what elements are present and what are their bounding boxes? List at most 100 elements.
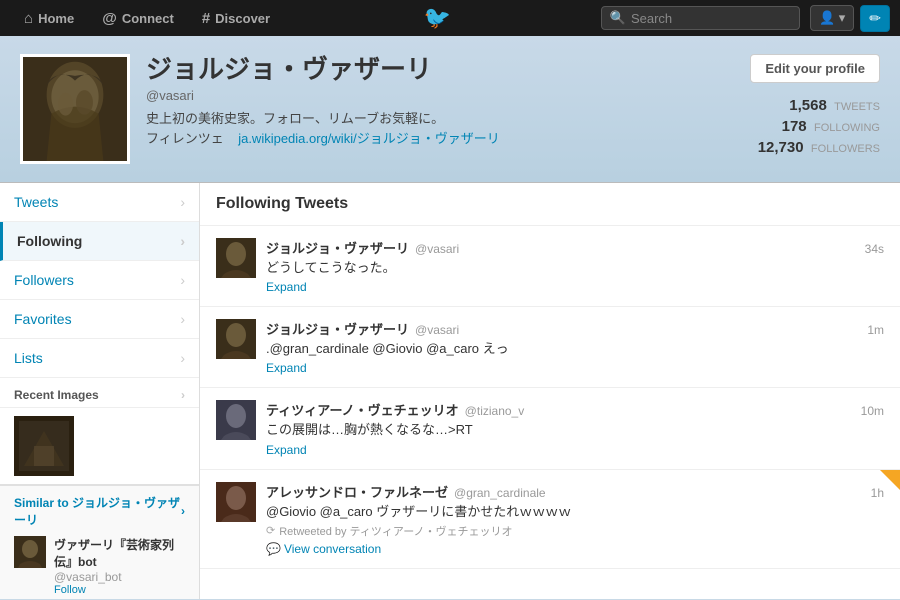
tweet-time-2: 1m [867,323,884,337]
tweet-2: ジョルジョ・ヴァザーリ @vasari 1m .@gran_cardinale … [200,307,900,388]
profile-bio: 史上初の美術史家。フォロー、リムーブお気軽に。 フィレンツェ ja.wikipe… [146,109,704,148]
edit-profile-button[interactable]: Edit your profile [750,54,880,83]
sidebar-lists-label: Lists [14,350,43,366]
profile-info: ジョルジョ・ヴァザーリ @vasari 史上初の美術史家。フォロー、リムーブお気… [146,54,704,148]
sidebar-favorites-label: Favorites [14,311,72,327]
tweet-3: ティツィアーノ・ヴェチェッリオ @tiziano_v 10m この展開は…胸が熱… [200,388,900,469]
tweets-stat: 1,568 TWEETS [789,97,880,114]
similar-title-label: Similar to ジョルジョ・ヴァザーリ [14,494,181,528]
followers-count: 12,730 [758,139,804,156]
connect-icon: @ [102,10,117,27]
following-count: 178 [782,118,807,135]
followers-stat: 12,730 FOLLOWERS [758,139,880,156]
nav-home[interactable]: ⌂ Home [10,0,88,36]
tweet-author-name-1: ジョルジョ・ヴァザーリ [266,238,409,257]
tweet-avatar-4[interactable] [216,482,256,522]
tweet-header-4: アレッサンドロ・ファルネーゼ @gran_cardinale 1h [266,482,884,501]
tweet-author-handle-2: @vasari [415,323,459,337]
nav-connect[interactable]: @ Connect [88,0,188,36]
view-conversation-link[interactable]: 💬 View conversation [266,542,884,556]
tweet-time-3: 10m [861,404,884,418]
tweet-author-name-4: アレッサンドロ・ファルネーゼ [266,482,448,501]
similar-section-title[interactable]: Similar to ジョルジョ・ヴァザーリ › [14,494,185,528]
profile-name: ジョルジョ・ヴァザーリ [146,54,704,85]
profile-location: フィレンツェ [146,131,224,146]
follow-button-1[interactable]: Follow [54,584,185,596]
chevron-right-icon: › [180,194,185,210]
avatar [20,54,130,164]
retweet-icon: ⟳ [266,524,275,537]
nav-discover-label: Discover [215,11,270,26]
compose-tweet-button[interactable]: ✏ [860,5,890,32]
nav-connect-label: Connect [122,11,174,26]
tweet-avatar-3[interactable] [216,400,256,440]
retweet-label: Retweeted by ティツィアーノ・ヴェチェッリオ [279,523,512,539]
hashtag-icon: # [202,10,210,27]
nav-discover[interactable]: # Discover [188,0,284,36]
top-navigation: ⌂ Home @ Connect # Discover 🐦 🔍 👤 ▾ ✏ [0,0,900,36]
recent-image-thumb[interactable] [14,416,74,476]
chevron-right-icon: › [180,350,185,366]
tweet-header-3: ティツィアーノ・ヴェチェッリオ @tiziano_v 10m [266,400,884,419]
tweet-text-4: @Giovio @a_caro ヴァザーリに書かせたれｗｗｗｗ [266,503,884,521]
tweets-label: TWEETS [834,101,880,113]
sidebar-item-followers[interactable]: Followers › [0,261,199,300]
profile-handle: @vasari [146,88,704,103]
tweet-4: アレッサンドロ・ファルネーゼ @gran_cardinale 1h @Giovi… [200,470,900,569]
avatar-image [23,57,127,161]
profile-header: ジョルジョ・ヴァザーリ @vasari 史上初の美術史家。フォロー、リムーブお気… [0,36,900,183]
retweet-info-4: ⟳ Retweeted by ティツィアーノ・ヴェチェッリオ [266,523,884,539]
tweet-expand-1[interactable]: Expand [266,280,884,294]
followers-label: FOLLOWERS [811,143,880,155]
tweet-feed: Following Tweets ジョルジョ・ヴァザーリ @vasari 34s… [200,183,900,599]
profile-stats: Edit your profile 1,568 TWEETS 178 FOLLO… [720,54,880,156]
similar-info-1: ヴァザーリ『芸術家列伝』bot @vasari_bot Follow [54,536,185,596]
nav-right-actions: 👤 ▾ ✏ [810,5,890,32]
search-input[interactable] [631,11,791,26]
tweet-body-4: アレッサンドロ・ファルネーゼ @gran_cardinale 1h @Giovi… [266,482,884,556]
sidebar-item-tweets[interactable]: Tweets › [0,183,199,222]
tweet-avatar-2[interactable] [216,319,256,359]
profile-bio-line1: 史上初の美術史家。フォロー、リムーブお気軽に。 [146,109,704,129]
tweet-body-2: ジョルジョ・ヴァザーリ @vasari 1m .@gran_cardinale … [266,319,884,375]
profile-bio-line2: フィレンツェ ja.wikipedia.org/wiki/ジョルジョ・ヴァザーリ [146,129,704,149]
chevron-right-icon: › [180,311,185,327]
sidebar-following-label: Following [17,233,82,249]
home-icon: ⌂ [24,10,33,27]
tweet-avatar-1[interactable] [216,238,256,278]
tweet-header-2: ジョルジョ・ヴァザーリ @vasari 1m [266,319,884,338]
tweet-header-1: ジョルジョ・ヴァザーリ @vasari 34s [266,238,884,257]
profile-wiki-link[interactable]: ja.wikipedia.org/wiki/ジョルジョ・ヴァザーリ [238,131,500,146]
twitter-logo: 🐦 [424,5,451,31]
sidebar-item-lists[interactable]: Lists › [0,339,199,378]
sidebar-item-following[interactable]: Following › [0,222,199,261]
recent-images-section[interactable]: Recent Images › [0,378,199,408]
tweet-text-2: .@gran_cardinale @Giovio @a_caro えっ [266,340,884,358]
user-menu-button[interactable]: 👤 ▾ [810,5,854,31]
tweets-count: 1,568 [789,97,827,114]
tweet-author-handle-3: @tiziano_v [465,404,525,418]
tweet-body-1: ジョルジョ・ヴァザーリ @vasari 34s どうしてこうなった。 Expan… [266,238,884,294]
following-label: FOLLOWING [814,122,880,134]
sidebar: Tweets › Following › Followers › Favorit… [0,183,200,599]
chevron-right-icon: › [180,272,185,288]
tweet-text-3: この展開は…胸が熱くなるな…>RT [266,421,884,439]
chevron-right-icon: › [181,504,185,518]
tweet-1: ジョルジョ・ヴァザーリ @vasari 34s どうしてこうなった。 Expan… [200,226,900,307]
recent-images-label: Recent Images [14,388,99,402]
tweet-text-1: どうしてこうなった。 [266,259,884,277]
view-conversation-label: View conversation [284,542,381,556]
flagged-indicator [880,470,900,490]
tweet-expand-2[interactable]: Expand [266,361,884,375]
sidebar-item-favorites[interactable]: Favorites › [0,300,199,339]
similar-user-name-1: ヴァザーリ『芸術家列伝』bot [54,536,185,570]
chevron-right-icon: › [181,388,185,402]
tweet-expand-3[interactable]: Expand [266,443,884,457]
sidebar-tweets-label: Tweets [14,194,58,210]
nav-home-label: Home [38,11,74,26]
similar-user-1: ヴァザーリ『芸術家列伝』bot @vasari_bot Follow [14,536,185,596]
similar-section: Similar to ジョルジョ・ヴァザーリ › ヴァザーリ『芸術家列伝』bot… [0,484,199,599]
tweet-author-handle-1: @vasari [415,242,459,256]
search-bar[interactable]: 🔍 [601,6,800,30]
following-stat: 178 FOLLOWING [782,118,880,135]
